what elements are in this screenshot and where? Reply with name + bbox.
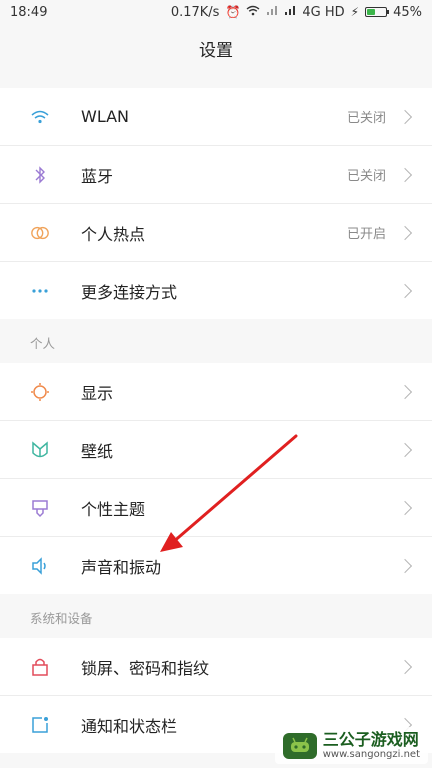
notification-icon — [30, 715, 50, 735]
connect-group: WLAN 已关闭 蓝牙 已关闭 个人热点 已开启 更多连接方式 — [0, 88, 432, 319]
battery-percent: 45% — [393, 4, 422, 20]
section-title-system: 系统和设备 — [0, 594, 432, 638]
personal-group: 显示 壁纸 个性主题 声音和振动 — [0, 363, 432, 594]
setting-label: WLAN — [81, 107, 130, 126]
section-title-personal: 个人 — [0, 319, 432, 363]
chevron-right-icon — [397, 283, 413, 298]
wallpaper-icon — [30, 440, 50, 460]
more-dots-icon — [30, 281, 50, 301]
wifi-icon — [30, 107, 50, 127]
wifi-status-icon — [246, 5, 260, 19]
display-icon — [30, 382, 50, 402]
setting-value: 已关闭 — [346, 169, 386, 184]
bluetooth-icon — [30, 165, 50, 185]
setting-display[interactable]: 显示 — [0, 363, 432, 421]
charging-icon: ⚡ — [350, 5, 360, 19]
chevron-right-icon — [397, 225, 413, 240]
setting-label: 个性主题 — [81, 499, 146, 519]
lock-icon — [30, 657, 50, 677]
setting-sound[interactable]: 声音和振动 — [0, 537, 432, 594]
setting-label: 显示 — [81, 383, 114, 403]
setting-more-connections[interactable]: 更多连接方式 — [0, 262, 432, 319]
setting-value: 已开启 — [346, 227, 386, 242]
setting-wallpaper[interactable]: 壁纸 — [0, 421, 432, 479]
setting-label: 壁纸 — [81, 441, 114, 461]
setting-label: 蓝牙 — [81, 166, 114, 186]
setting-label: 个人热点 — [81, 224, 146, 244]
signal-icon — [284, 5, 296, 19]
watermark-title: 三公子游戏网 — [322, 730, 419, 750]
battery-icon — [365, 7, 390, 17]
watermark: 三公子游戏网 www.sangongzi.net — [274, 727, 428, 764]
chevron-right-icon — [397, 109, 413, 124]
top-gap — [0, 72, 432, 88]
theme-icon — [30, 498, 50, 518]
network-speed: 0.17K/s — [170, 4, 220, 20]
network-type: 4G HD — [302, 4, 345, 20]
sound-icon — [30, 556, 50, 576]
setting-label: 锁屏、密码和指纹 — [81, 658, 210, 678]
status-right: 0.17K/s ⏰ 4G HD ⚡ 45% — [171, 5, 422, 20]
setting-label: 声音和振动 — [81, 557, 162, 577]
watermark-text: 三公子游戏网 www.sangongzi.net — [323, 731, 420, 760]
chevron-right-icon — [397, 659, 413, 674]
chevron-right-icon — [397, 384, 413, 399]
settings-list: WLAN 已关闭 蓝牙 已关闭 个人热点 已开启 更多连接方式 个人 显示 壁纸… — [0, 72, 432, 753]
chevron-right-icon — [397, 442, 413, 457]
chevron-right-icon — [397, 500, 413, 515]
chevron-right-icon — [397, 558, 413, 573]
setting-theme[interactable]: 个性主题 — [0, 479, 432, 537]
setting-value: 已关闭 — [346, 111, 386, 126]
setting-label: 更多连接方式 — [81, 282, 178, 302]
setting-label: 通知和状态栏 — [81, 716, 178, 736]
setting-wlan[interactable]: WLAN 已关闭 — [0, 88, 432, 146]
signal-off-icon — [266, 5, 278, 19]
status-time: 18:49 — [10, 4, 48, 20]
page-header: 设置 — [0, 24, 432, 73]
watermark-logo — [282, 732, 317, 759]
chevron-right-icon — [397, 167, 413, 182]
alarm-icon: ⏰ — [225, 5, 241, 19]
status-bar: 18:49 0.17K/s ⏰ 4G HD ⚡ 45% — [0, 0, 432, 24]
page-title: 设置 — [199, 40, 233, 61]
setting-lockscreen[interactable]: 锁屏、密码和指纹 — [0, 638, 432, 696]
hotspot-icon — [30, 223, 50, 243]
watermark-url: www.sangongzi.net — [322, 749, 420, 760]
setting-hotspot[interactable]: 个人热点 已开启 — [0, 204, 432, 262]
setting-bluetooth[interactable]: 蓝牙 已关闭 — [0, 146, 432, 204]
